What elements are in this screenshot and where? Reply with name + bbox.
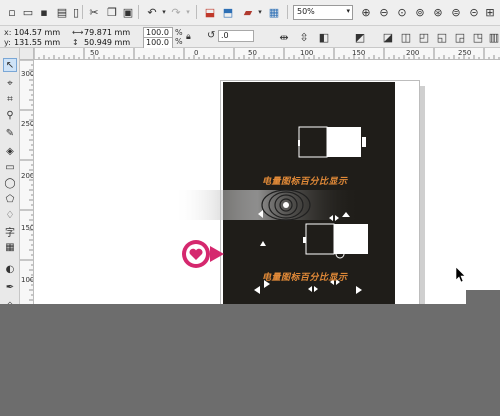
align-distribute-icon[interactable]: ▥	[486, 29, 500, 45]
export-icon[interactable]: ⬒	[220, 4, 236, 20]
v-ruler-label: 100	[21, 276, 34, 284]
rotation-field[interactable]: .0	[218, 30, 254, 42]
y-position-field[interactable]: 131.55 mm	[14, 38, 60, 48]
create-boundary-icon[interactable]: ◳	[470, 29, 486, 45]
new-document-icon[interactable]: ▫	[4, 4, 20, 20]
scale-x-unit: %	[175, 28, 183, 37]
v-ruler-label: 250	[21, 120, 34, 128]
horizontal-ruler[interactable]: 50 0 50 100 150 200 250	[34, 48, 500, 60]
paste-icon[interactable]: ▣	[120, 4, 136, 20]
pick-tool-icon[interactable]: ↖	[3, 58, 17, 72]
cut-icon[interactable]: ✂	[86, 4, 102, 20]
mouse-pointer-icon	[455, 266, 466, 283]
pan-icon[interactable]: ⊞	[482, 4, 498, 20]
gray-overlay-notch	[466, 290, 500, 304]
gray-overlay-band	[0, 304, 500, 416]
chevron-down-icon: ▾	[346, 7, 350, 15]
h-ruler-label: 50	[90, 49, 99, 57]
save-icon[interactable]: ▪	[36, 4, 52, 20]
welcome-screen-icon[interactable]: ▦	[266, 4, 282, 20]
interactive-fill-icon[interactable]: ◐	[3, 262, 17, 276]
weld-icon[interactable]: ◧	[316, 29, 332, 45]
battery-caption-top[interactable]: 电量图标百分比显示	[262, 174, 348, 187]
freehand-tool-icon[interactable]: ✎	[3, 126, 17, 140]
intersect-icon[interactable]: ◫	[398, 29, 414, 45]
front-minus-back-icon[interactable]: ◱	[434, 29, 450, 45]
combine-icon[interactable]: ◩	[352, 29, 368, 45]
back-minus-front-icon[interactable]: ◲	[452, 29, 468, 45]
zoom-page-width-icon[interactable]: ⊜	[448, 4, 464, 20]
v-ruler-label: 200	[21, 172, 34, 180]
ruler-origin[interactable]	[20, 48, 34, 60]
open-folder-icon[interactable]: ▭	[20, 4, 36, 20]
ellipse-tool-icon[interactable]: ◯	[3, 176, 17, 190]
horizontal-ruler-ticks	[34, 48, 500, 59]
v-ruler-label: 150	[21, 224, 34, 232]
x-label: x:	[4, 28, 12, 37]
h-ruler-label: 250	[458, 49, 472, 57]
zoom-level-select[interactable]: 50% ▾	[293, 5, 353, 20]
lock-ratio-icon[interactable]: 🔒︎	[186, 32, 191, 42]
mirror-vertical-icon[interactable]: ⇳	[296, 29, 312, 45]
x-position-field[interactable]: 104.57 mm	[14, 28, 60, 38]
v-ruler-label: 300	[21, 70, 34, 78]
zoom-selected-icon[interactable]: ⊙	[394, 4, 410, 20]
polygon-tool-icon[interactable]: ⬠	[3, 192, 17, 206]
rotate-icon: ↺	[207, 30, 216, 41]
crop-tool-icon[interactable]: ⌗	[3, 92, 17, 106]
basic-shapes-icon[interactable]: ♢	[3, 208, 17, 222]
eyedropper-icon[interactable]: ✒	[3, 280, 17, 294]
h-ruler-label: 150	[352, 49, 366, 57]
simplify-icon[interactable]: ◰	[416, 29, 432, 45]
zoom-level-value: 50%	[297, 7, 315, 16]
zoom-page-icon[interactable]: ⊛	[430, 4, 446, 20]
bottom-rotation-handles[interactable]	[250, 282, 370, 296]
zoom-page-height-icon[interactable]: ⊝	[466, 4, 482, 20]
shape-tool-icon[interactable]: ⌖	[3, 76, 17, 90]
height-field[interactable]: 50.949 mm	[84, 38, 130, 48]
redo-dropdown-icon[interactable]: ▾	[180, 4, 196, 20]
zoom-in-icon[interactable]: ⊕	[358, 4, 374, 20]
h-ruler-label: 100	[300, 49, 314, 57]
scale-y-unit: %	[175, 37, 183, 46]
h-ruler-label: 0	[194, 49, 199, 57]
property-bar: x: 104.57 mm y: 131.55 mm ⟷ 79.871 mm ↕ …	[0, 26, 500, 49]
battery-icon-top[interactable]	[298, 126, 370, 160]
text-tool-icon[interactable]: 字	[3, 224, 17, 239]
width-field[interactable]: 79.871 mm	[84, 28, 130, 38]
mirror-horizontal-icon[interactable]: ⇹	[276, 29, 292, 45]
standard-toolbar: ▫ ▭ ▪ ▤ ▯ ✂ ❐ ▣ ↶ ▾ ↷ ▾ ⬓ ⬒ ▰ ▾ ▦ 50% ▾ …	[0, 0, 500, 26]
table-tool-icon[interactable]: ▦	[3, 240, 17, 254]
height-icon: ↕	[72, 38, 79, 47]
heart-badge	[182, 240, 224, 268]
import-icon[interactable]: ⬓	[202, 4, 218, 20]
trim-icon[interactable]: ◪	[380, 29, 396, 45]
h-ruler-label: 200	[406, 49, 420, 57]
rectangle-tool-icon[interactable]: ▭	[3, 160, 17, 174]
smart-fill-icon[interactable]: ◈	[3, 144, 17, 158]
copy-icon[interactable]: ❐	[104, 4, 120, 20]
battery-icon-selected[interactable]	[303, 223, 368, 255]
h-ruler-label: 50	[248, 49, 257, 57]
zoom-all-objects-icon[interactable]: ⊚	[412, 4, 428, 20]
zoom-out-icon[interactable]: ⊖	[376, 4, 392, 20]
width-icon: ⟷	[72, 28, 84, 37]
y-label: y:	[4, 38, 11, 47]
zoom-tool-icon[interactable]: ⚲	[3, 108, 17, 122]
